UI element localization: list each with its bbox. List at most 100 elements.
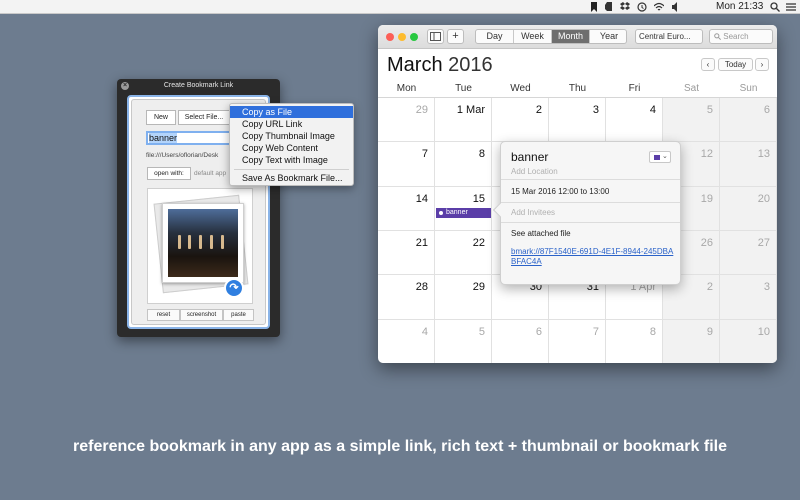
panel-title: Create Bookmark Link: [163, 82, 234, 89]
thumbnail-box[interactable]: ↷: [147, 188, 253, 304]
menu-item-copy-thumbnail-image[interactable]: Copy Thumbnail Image: [230, 130, 353, 142]
wifi-icon[interactable]: [654, 2, 664, 12]
screenshot-button[interactable]: screenshot: [180, 309, 223, 321]
prev-month-button[interactable]: ‹: [701, 58, 715, 71]
menu-item-copy-web-content[interactable]: Copy Web Content: [230, 142, 353, 154]
view-month-button[interactable]: Month: [552, 30, 590, 43]
day-cell[interactable]: 29: [378, 98, 435, 143]
day-cell[interactable]: 2: [492, 98, 549, 143]
caption: reference bookmark in any app as a simpl…: [73, 438, 727, 455]
day-cell[interactable]: 4: [378, 319, 435, 363]
color-swatch: [654, 155, 660, 160]
close-window-button[interactable]: [386, 33, 394, 41]
month-name: March: [387, 54, 443, 76]
day-number: 22: [472, 236, 485, 249]
day-cell[interactable]: 3: [549, 98, 606, 143]
open-with-button[interactable]: open with:: [147, 167, 191, 180]
bookmark-name-value: banner: [149, 133, 178, 143]
minimize-window-button[interactable]: [398, 33, 406, 41]
day-cell[interactable]: 20: [720, 186, 777, 231]
add-event-button[interactable]: +: [447, 29, 464, 44]
day-number: 20: [757, 192, 770, 205]
menu-bar: Mon 21:33: [0, 0, 800, 14]
add-invitees-field[interactable]: Add Invitees: [511, 208, 555, 217]
day-cell[interactable]: 6: [720, 98, 777, 143]
event-banner[interactable]: banner: [436, 208, 491, 218]
day-number: 19: [700, 192, 713, 205]
day-number: 3: [592, 104, 599, 116]
menu-item-copy-url-link[interactable]: Copy URL Link: [230, 118, 353, 130]
day-number: 28: [415, 281, 428, 294]
day-number: 8: [649, 325, 656, 338]
day-cell[interactable]: 7: [549, 319, 606, 363]
list-icon[interactable]: [786, 2, 796, 12]
volume-icon[interactable]: [671, 2, 681, 12]
day-cell[interactable]: 5: [663, 98, 720, 143]
event-notes[interactable]: See attached file: [511, 229, 571, 238]
bookmark-icon[interactable]: [589, 2, 599, 12]
calendar-toolbar: + Day Week Month Year Central Euro... Se…: [378, 25, 777, 49]
paste-button[interactable]: paste: [223, 309, 254, 321]
day-number: 2: [535, 104, 542, 116]
day-cell[interactable]: 1 Mar: [435, 98, 492, 143]
day-cell[interactable]: 29: [435, 275, 492, 320]
day-cell[interactable]: 28: [378, 275, 435, 320]
day-number: 29: [415, 104, 428, 116]
dropbox-icon[interactable]: [620, 2, 630, 12]
day-cell[interactable]: 10: [720, 319, 777, 363]
select-file-button[interactable]: Select File...: [178, 110, 230, 125]
timezone-value: Central Euro...: [639, 32, 691, 41]
time-machine-icon[interactable]: [637, 2, 647, 12]
day-cell[interactable]: 3: [720, 275, 777, 320]
day-cell[interactable]: 7: [378, 142, 435, 187]
new-button[interactable]: New: [146, 110, 176, 125]
weekday-sun: Sun: [739, 83, 758, 94]
calendar-color-select[interactable]: ⌄: [649, 151, 671, 163]
day-cell[interactable]: 9: [663, 319, 720, 363]
view-week-button[interactable]: Week: [514, 30, 552, 43]
day-cell[interactable]: 6: [492, 319, 549, 363]
menu-bar-clock[interactable]: Mon 21:33: [716, 1, 763, 13]
day-cell[interactable]: 27: [720, 230, 777, 276]
day-number: 7: [592, 325, 599, 338]
day-number: 6: [763, 104, 770, 116]
event-time[interactable]: 15 Mar 2016 12:00 to 13:00: [511, 187, 609, 196]
timezone-select[interactable]: Central Euro...: [635, 29, 703, 44]
weekday-wed: Wed: [510, 83, 531, 94]
day-number: 5: [706, 104, 713, 116]
day-cell[interactable]: 22: [435, 230, 492, 276]
day-number: 4: [421, 325, 428, 338]
day-number: 1 Mar: [456, 104, 485, 116]
menu-item-copy-text-with-image[interactable]: Copy Text with Image: [230, 154, 353, 166]
bookmark-link[interactable]: bmark://87F1540E-691D-4E1F-8944-245DBABF…: [511, 247, 676, 267]
day-cell[interactable]: 5: [435, 319, 492, 363]
day-cell[interactable]: 21: [378, 230, 435, 276]
evernote-icon[interactable]: [604, 2, 614, 12]
day-cell[interactable]: 8: [435, 142, 492, 187]
view-day-button[interactable]: Day: [476, 30, 514, 43]
calendar-list-button[interactable]: [427, 29, 444, 44]
day-cell[interactable]: 14: [378, 186, 435, 231]
year-label: 2016: [448, 54, 493, 76]
search-placeholder: Search: [723, 32, 749, 41]
reset-button[interactable]: reset: [147, 309, 180, 321]
menu-item-copy-as-file[interactable]: Copy as File: [230, 106, 353, 118]
day-number: 15: [472, 192, 485, 205]
day-cell[interactable]: 13: [720, 142, 777, 187]
search-icon[interactable]: [770, 2, 780, 12]
month-title: March 2016: [387, 54, 493, 77]
day-cell[interactable]: 8: [606, 319, 663, 363]
share-icon[interactable]: ↷: [224, 278, 244, 298]
search-input[interactable]: Search: [709, 29, 773, 44]
menu-item-save-as-bookmark-file[interactable]: Save As Bookmark File...: [230, 172, 353, 184]
zoom-window-button[interactable]: [410, 33, 418, 41]
event-popover: banner ⌄ Add Location 15 Mar 2016 12:00 …: [492, 141, 681, 285]
event-title[interactable]: banner: [511, 150, 548, 164]
weekday-tue: Tue: [455, 83, 472, 94]
day-number: 21: [415, 236, 428, 249]
add-location-field[interactable]: Add Location: [511, 167, 558, 176]
view-year-button[interactable]: Year: [590, 30, 626, 43]
today-button[interactable]: Today: [718, 58, 753, 71]
next-month-button[interactable]: ›: [755, 58, 769, 71]
day-cell[interactable]: 4: [606, 98, 663, 143]
